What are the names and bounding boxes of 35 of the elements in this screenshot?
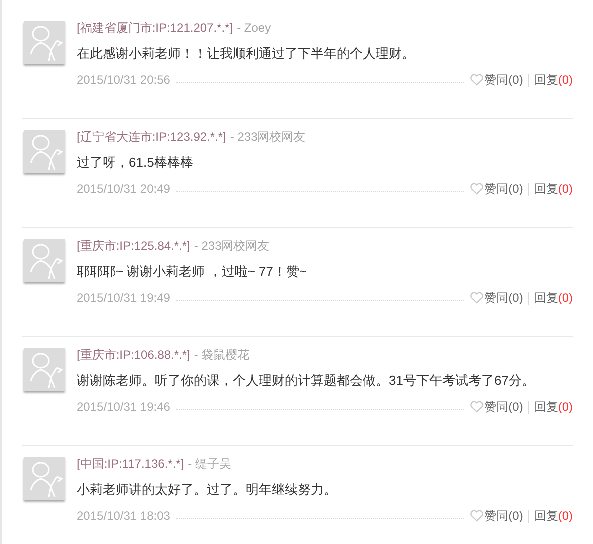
reply-button[interactable]: 回复(0) (534, 181, 573, 197)
like-button[interactable]: 赞同(0) (470, 72, 524, 88)
reply-button[interactable]: 回复(0) (534, 290, 573, 306)
comment-text: 在此感谢小莉老师！！让我顺利通过了下半年的个人理财。 (77, 45, 416, 63)
comment-text: 耶耶耶~ 谢谢小莉老师 ，过啦~ 77！赞~ (77, 263, 308, 281)
avatar-icon (24, 21, 65, 64)
like-button[interactable]: 赞同(0) (470, 508, 524, 524)
heart-icon (470, 74, 484, 86)
avatar-icon (24, 239, 65, 282)
timestamp: 2015/10/31 18:03 (77, 508, 170, 524)
comment-text: 过了呀，61.5棒棒棒 (77, 154, 194, 172)
location-text: [福建省厦门市:IP:121.207.*.*] (77, 20, 234, 36)
reply-button[interactable]: 回复(0) (534, 399, 573, 415)
heart-icon (470, 401, 484, 413)
timestamp: 2015/10/31 20:56 (77, 72, 170, 88)
location-text: [重庆市:IP:125.84.*.*] (77, 238, 190, 254)
reply-button[interactable]: 回复(0) (534, 72, 573, 88)
avatar-icon (24, 348, 65, 391)
heart-icon (470, 510, 484, 522)
avatar-icon (24, 457, 65, 500)
like-button[interactable]: 赞同(0) (470, 399, 524, 415)
location-text: [中国:IP:117.136.*.*] (77, 456, 184, 472)
timestamp: 2015/10/31 19:46 (77, 399, 170, 415)
comment-text: 小莉老师讲的太好了。过了。明年继续努力。 (77, 481, 338, 499)
timestamp: 2015/10/31 19:49 (77, 290, 170, 306)
like-button[interactable]: 赞同(0) (470, 181, 524, 197)
heart-icon (470, 292, 484, 304)
comment-text: 谢谢陈老师。听了你的课，个人理财的计算题都会做。31号下午考试考了67分。 (77, 372, 536, 390)
reply-button[interactable]: 回复(0) (534, 508, 573, 524)
location-text: [辽宁省大连市:IP:123.92.*.*] (77, 129, 226, 145)
like-button[interactable]: 赞同(0) (470, 290, 524, 306)
heart-icon (470, 183, 484, 195)
avatar-icon (24, 130, 65, 173)
timestamp: 2015/10/31 20:49 (77, 181, 170, 197)
location-text: [重庆市:IP:106.88.*.*] (77, 347, 190, 363)
